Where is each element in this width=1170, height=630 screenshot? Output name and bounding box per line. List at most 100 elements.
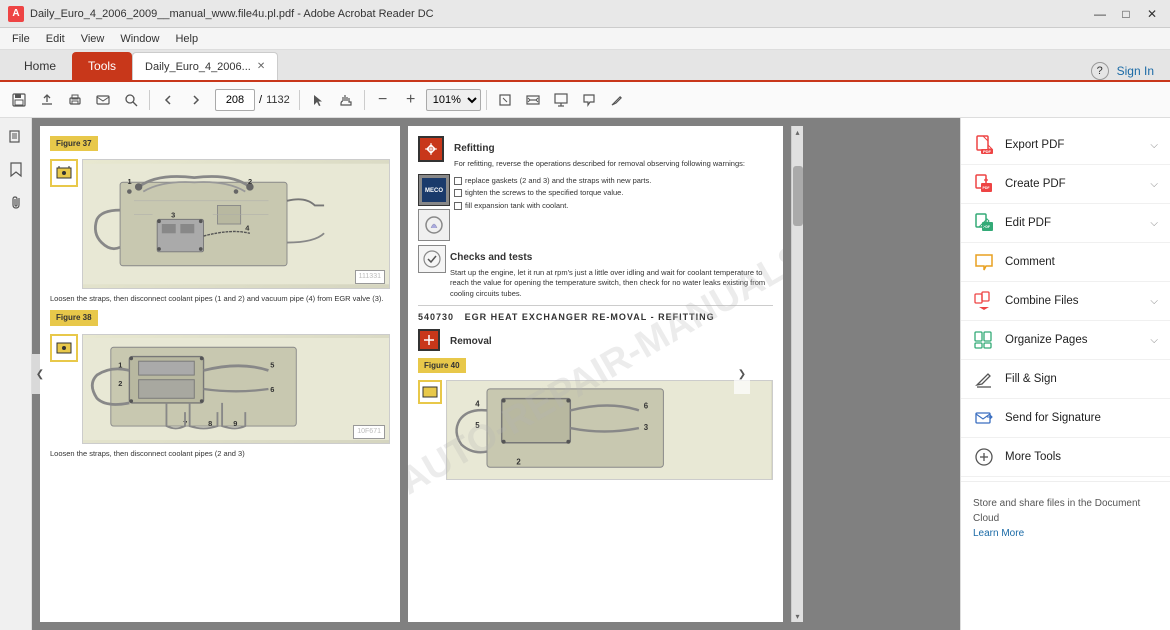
- svg-text:2: 2: [516, 457, 521, 466]
- tab-home[interactable]: Home: [8, 52, 72, 80]
- fill-sign-label: Fill & Sign: [1005, 373, 1158, 385]
- fit-width-button[interactable]: [520, 87, 546, 113]
- svg-text:5: 5: [270, 360, 274, 369]
- sidebar-bookmark-button[interactable]: [4, 158, 28, 182]
- svg-text:4: 4: [475, 399, 480, 408]
- svg-text:3: 3: [171, 211, 175, 220]
- next-page-button[interactable]: [183, 87, 209, 113]
- page-separator: /: [259, 94, 262, 106]
- rp-export-pdf[interactable]: PDF Export PDF ⌵: [961, 126, 1170, 165]
- menu-edit[interactable]: Edit: [38, 31, 73, 47]
- vertical-scrollbar[interactable]: ▴ ▾: [791, 126, 803, 622]
- checks-desc: Start up the engine, let it run at rpm's…: [450, 268, 773, 300]
- print-button[interactable]: [62, 87, 88, 113]
- menu-file[interactable]: File: [4, 31, 38, 47]
- presentation-button[interactable]: [548, 87, 574, 113]
- page-number-input[interactable]: 208: [215, 89, 255, 111]
- pdf-viewer: ❮ Figure 37: [32, 118, 960, 630]
- rp-create-pdf[interactable]: PDF Create PDF ⌵: [961, 165, 1170, 204]
- tab-document[interactable]: Daily_Euro_4_2006... ✕: [132, 52, 278, 80]
- svg-text:3: 3: [644, 423, 649, 432]
- checkbox-3[interactable]: [454, 202, 462, 210]
- checkbox-1[interactable]: [454, 177, 462, 185]
- check-text-2: tighten the screws to the specified torq…: [465, 188, 623, 199]
- page-total: 1132: [266, 94, 290, 106]
- figure40-label: Figure 40: [418, 358, 466, 373]
- scroll-up-arrow[interactable]: ▴: [792, 126, 803, 138]
- tab-doc-label: Daily_Euro_4_2006...: [145, 61, 251, 73]
- help-icon[interactable]: ?: [1091, 62, 1109, 80]
- toolbar-separator-1: [149, 90, 150, 110]
- rp-comment[interactable]: Comment: [961, 243, 1170, 282]
- svg-text:5: 5: [475, 421, 480, 430]
- sidebar-attachment-button[interactable]: [4, 190, 28, 214]
- send-signature-label: Send for Signature: [1005, 412, 1158, 424]
- pen-tool-button[interactable]: [604, 87, 630, 113]
- menu-help[interactable]: Help: [167, 31, 206, 47]
- upload-button[interactable]: [34, 87, 60, 113]
- pdf-page-right: Refitting For refitting, reverse the ope…: [408, 126, 783, 622]
- cloud-learn-more-link[interactable]: Learn More: [973, 528, 1024, 539]
- zoom-select[interactable]: 101% 50% 75% 125% 150% 200%: [426, 89, 481, 111]
- scroll-thumb[interactable]: [793, 166, 803, 226]
- rp-fill-sign[interactable]: Fill & Sign: [961, 360, 1170, 399]
- cloud-text: Store and share files in the Document Cl…: [973, 498, 1140, 524]
- create-pdf-arrow: ⌵: [1150, 179, 1158, 190]
- search-button[interactable]: [118, 87, 144, 113]
- check-text-3: fill expansion tank with coolant.: [465, 201, 568, 212]
- svg-text:1: 1: [128, 177, 132, 186]
- window-controls: — □ ✕: [1090, 4, 1162, 24]
- title-bar: A Daily_Euro_4_2006_2009__manual_www.fil…: [0, 0, 1170, 28]
- signin-button[interactable]: Sign In: [1117, 64, 1154, 78]
- menu-window[interactable]: Window: [112, 31, 167, 47]
- edit-pdf-arrow: ⌵: [1150, 218, 1158, 229]
- main-layout: ❮ Figure 37: [0, 118, 1170, 630]
- cursor-tool-button[interactable]: [305, 87, 331, 113]
- comment-icon: [973, 251, 995, 273]
- maximize-button[interactable]: □: [1116, 4, 1136, 24]
- check-text-1: replace gaskets (2 and 3) and the straps…: [465, 176, 651, 187]
- menu-bar: File Edit View Window Help: [0, 28, 1170, 50]
- checkbox-2[interactable]: [454, 189, 462, 197]
- tab-right-actions: ? Sign In: [1083, 62, 1162, 80]
- organize-pages-arrow: ⌵: [1150, 335, 1158, 346]
- svg-text:PDF: PDF: [983, 186, 991, 190]
- rp-organize-pages[interactable]: Organize Pages ⌵: [961, 321, 1170, 360]
- prev-page-button[interactable]: [155, 87, 181, 113]
- rp-send-signature[interactable]: Send for Signature: [961, 399, 1170, 438]
- fit-page-button[interactable]: [492, 87, 518, 113]
- rp-combine-files[interactable]: Combine Files ⌵: [961, 282, 1170, 321]
- removal-heading: Removal: [450, 335, 492, 349]
- rp-more-tools[interactable]: More Tools: [961, 438, 1170, 477]
- left-sidebar: [0, 118, 32, 630]
- close-button[interactable]: ✕: [1142, 4, 1162, 24]
- scroll-right-button[interactable]: ❯: [734, 354, 750, 394]
- tab-tools[interactable]: Tools: [72, 52, 132, 80]
- page-navigation: 208 / 1132: [215, 89, 290, 111]
- section-checks-heading: Checks and tests: [450, 251, 773, 265]
- right-panel: PDF Export PDF ⌵ PDF Create PDF ⌵ PDF Ed…: [960, 118, 1170, 630]
- email-button[interactable]: [90, 87, 116, 113]
- toolbar: 208 / 1132 − + 101% 50% 75% 125% 150% 20…: [0, 82, 1170, 118]
- figure38-label: Figure 38: [50, 310, 98, 325]
- menu-view[interactable]: View: [73, 31, 113, 47]
- page-num-38: 10F671: [353, 425, 385, 439]
- scroll-down-arrow[interactable]: ▾: [792, 610, 803, 622]
- zoom-in-button[interactable]: +: [398, 87, 424, 113]
- scroll-left-button[interactable]: ❮: [32, 354, 48, 394]
- tab-bar: Home Tools Daily_Euro_4_2006... ✕ ? Sign…: [0, 50, 1170, 82]
- save-button[interactable]: [6, 87, 32, 113]
- comment-bubble-button[interactable]: [576, 87, 602, 113]
- window-title: Daily_Euro_4_2006_2009__manual_www.file4…: [30, 8, 1090, 20]
- tab-close-button[interactable]: ✕: [257, 61, 265, 72]
- svg-text:9: 9: [233, 419, 237, 428]
- zoom-out-button[interactable]: −: [370, 87, 396, 113]
- minimize-button[interactable]: —: [1090, 4, 1110, 24]
- sidebar-pages-button[interactable]: [4, 126, 28, 150]
- organize-pages-label: Organize Pages: [1005, 334, 1140, 346]
- svg-text:1: 1: [118, 360, 122, 369]
- rp-edit-pdf[interactable]: PDF Edit PDF ⌵: [961, 204, 1170, 243]
- figure40-diagram: 4 5 6 3 2: [446, 380, 773, 480]
- figure40-icon: [418, 380, 442, 404]
- hand-tool-button[interactable]: [333, 87, 359, 113]
